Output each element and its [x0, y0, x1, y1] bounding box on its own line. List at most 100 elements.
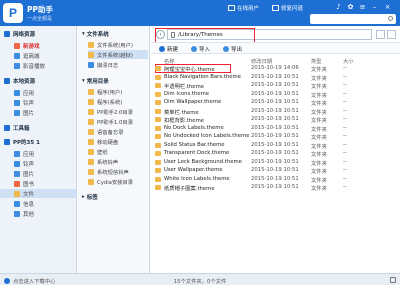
dir-item-pp1[interactable]: PP助手1.0目录	[88, 117, 148, 126]
import-button[interactable]: 导入	[191, 45, 210, 53]
file-name: 菜单栏.theme	[164, 109, 199, 116]
music-icon[interactable]: ♪	[334, 3, 343, 11]
sidebar-item-device-messages[interactable]: 信息	[0, 199, 77, 208]
dir-item-label: 语音备忘录	[97, 129, 124, 136]
dir-item-crash-logs[interactable]: 崩溃日志	[88, 60, 148, 69]
dir-item-filesystem-user[interactable]: 文件系统(用户)	[88, 40, 148, 49]
sidebar-group-label: 本地资源	[13, 79, 36, 85]
dir-item-apps-user[interactable]: 程序(用户)	[88, 87, 148, 96]
dir-item-cydia[interactable]: Cydia安装目录	[88, 177, 148, 186]
settings-icon[interactable]	[390, 277, 396, 283]
dir-item-system-ringtones[interactable]: 系统铃声	[88, 157, 148, 166]
sidebar-group-device[interactable]: PP的35 1	[0, 137, 77, 147]
filesystem-group[interactable]: ▾ 文件系统	[82, 30, 109, 38]
sidebar-item-mall[interactable]: 逛商城	[0, 51, 77, 60]
dir-item-wallpaper[interactable]: 壁纸	[88, 147, 148, 156]
file-type: 文件夹	[311, 92, 327, 99]
dir-item-voice-memos[interactable]: 语音备忘录	[88, 127, 148, 136]
table-row[interactable]: User Lock Background.theme 2015-10-19 10:…	[151, 159, 400, 167]
table-row[interactable]: Dim Wallpaper.theme 2015-10-19 10:51 文件夹 --	[151, 99, 400, 107]
table-row[interactable]: No Undocked Icon Labels.theme 2015-10-19 …	[151, 133, 400, 141]
folder-icon	[155, 117, 161, 122]
sidebar-item-label: 影音播放	[23, 63, 46, 70]
table-row[interactable]: No Dock Labels.theme 2015-10-19 10:51 文件夹 -…	[151, 125, 400, 133]
export-button[interactable]: 导出	[223, 45, 242, 53]
folder-icon	[155, 108, 161, 114]
sidebar-item-new-games[interactable]: 新游戏	[0, 41, 77, 50]
col-size-header[interactable]: 大小	[343, 57, 354, 65]
table-row[interactable]: Dim Icons.theme 2015-10-19 10:51 文件夹 --	[151, 91, 400, 99]
file-name: Solid Status Bar.theme	[164, 141, 225, 148]
sidebar-item-device-apps[interactable]: 应用	[0, 149, 77, 158]
file-name: White Icon Labels.theme	[164, 175, 230, 182]
sidebar-group-local[interactable]: 本地资源	[0, 76, 77, 86]
common-dirs-group[interactable]: ▾ 常用目录	[82, 77, 109, 85]
refresh-button[interactable]	[376, 30, 385, 39]
tags-group-label: 标签	[86, 195, 98, 201]
sidebar-item-local-apps[interactable]: 应用	[0, 88, 77, 97]
pp-logo-icon: P	[3, 3, 23, 23]
file-date: 2015-10-19 10:51	[251, 99, 299, 105]
file-date: 2015-10-19 14:06	[251, 65, 299, 71]
col-date-header[interactable]: 修改日期	[251, 57, 272, 65]
table-row[interactable]: 阿理宝宝中心.theme 2015-10-19 14:06 文件夹 --	[151, 65, 400, 73]
table-header: 名称 修改日期 类型 大小	[151, 55, 400, 65]
dir-item-apps-system[interactable]: 程序(系统)	[88, 97, 148, 106]
file-type: 文件夹	[311, 160, 327, 167]
folder-icon	[88, 138, 94, 145]
bell-icon	[14, 160, 20, 167]
file-date: 2015-10-19 10:51	[251, 141, 299, 148]
directory-panel: ▾ 文件系统 文件系统(用户) 文件系统(越狱) 崩溃日志 ▾ 常用目录 程序(…	[78, 26, 150, 273]
file-size: --	[343, 82, 347, 88]
table-row[interactable]: User Wallpaper.theme 2015-10-19 10:51 文件夹 -…	[151, 167, 400, 175]
col-type-header[interactable]: 类型	[311, 57, 322, 65]
dir-item-label: 移动硬盘	[97, 139, 119, 146]
export-label: 导出	[231, 47, 243, 53]
view-toggle-button[interactable]	[387, 30, 396, 39]
dir-item-sms-ringtones[interactable]: 系统短信铃声	[88, 167, 148, 176]
search-icon	[388, 16, 393, 21]
sidebar-group-toolbox[interactable]: 工具箱	[0, 123, 77, 133]
sidebar-item-device-images[interactable]: 图片	[0, 169, 77, 178]
table-row[interactable]: Transparent Dock.theme 2015-10-19 10:51 文件…	[151, 150, 400, 158]
file-name: 纸质帽子图案.theme	[164, 186, 215, 192]
table-row[interactable]: 纸质帽子图案.theme 2015-10-19 10:51 文件夹 --	[151, 184, 400, 192]
new-button[interactable]: 新建	[159, 45, 178, 53]
file-size: --	[343, 167, 347, 173]
sidebar-item-local-ringtones[interactable]: 铃声	[0, 98, 77, 107]
table-row[interactable]: Solid Status Bar.theme 2015-10-19 10:51 文件…	[151, 142, 400, 150]
file-date: 2015-10-19 10:51	[251, 184, 299, 190]
folder-icon	[155, 83, 161, 88]
sidebar-item-local-images[interactable]: 图片	[0, 108, 77, 117]
table-row[interactable]: Black Navigation Bars.theme 2015-10-19 10…	[151, 74, 400, 82]
sidebar-item-media[interactable]: 影音播放	[0, 61, 77, 70]
table-row[interactable]: 半透明栏.theme 2015-10-19 10:51 文件夹 --	[151, 82, 400, 90]
table-row[interactable]: 扣框背影.theme 2015-10-19 10:51 文件夹 --	[151, 116, 400, 124]
sidebar-item-device-books[interactable]: 图书	[0, 179, 77, 188]
folder-icon	[155, 100, 161, 105]
dir-item-pp2[interactable]: PP助手2.0目录	[88, 107, 148, 116]
dir-item-mobile-disk[interactable]: 移动硬盘	[88, 137, 148, 146]
dir-item-filesystem-jailbreak[interactable]: 文件系统(越狱)	[88, 50, 148, 59]
close-icon[interactable]: ×	[383, 3, 392, 11]
sidebar-group-network[interactable]: 网络资源	[0, 29, 77, 39]
file-size: --	[343, 116, 347, 122]
sidebar-item-device-other[interactable]: 其他	[0, 209, 77, 218]
folder-icon	[155, 176, 161, 182]
table-row[interactable]: White Icon Labels.theme 2015-10-19 10:51 文…	[151, 176, 400, 184]
online-users-link[interactable]: 在线用户	[228, 4, 259, 12]
sidebar-item-device-ringtones[interactable]: 铃声	[0, 159, 77, 168]
fix-crash-link[interactable]: 修复闪退	[272, 4, 303, 12]
dir-item-label: PP助手2.0目录	[97, 109, 133, 116]
sidebar-item-device-files[interactable]: 文件	[0, 189, 77, 198]
minimize-icon[interactable]: –	[370, 3, 379, 11]
file-date: 2015-10-19 10:51	[251, 82, 299, 88]
skin-icon[interactable]: ✿	[346, 3, 355, 11]
tags-group[interactable]: ▸ 标签	[82, 193, 98, 201]
table-row[interactable]: 菜单栏.theme 2015-10-19 10:51 文件夹 --	[151, 108, 400, 116]
search-input[interactable]	[310, 14, 396, 24]
book-icon	[14, 180, 20, 187]
file-date: 2015-10-19 10:51	[251, 175, 299, 182]
menu-icon[interactable]: ≡	[358, 3, 367, 11]
file-type: 文件夹	[311, 152, 327, 158]
